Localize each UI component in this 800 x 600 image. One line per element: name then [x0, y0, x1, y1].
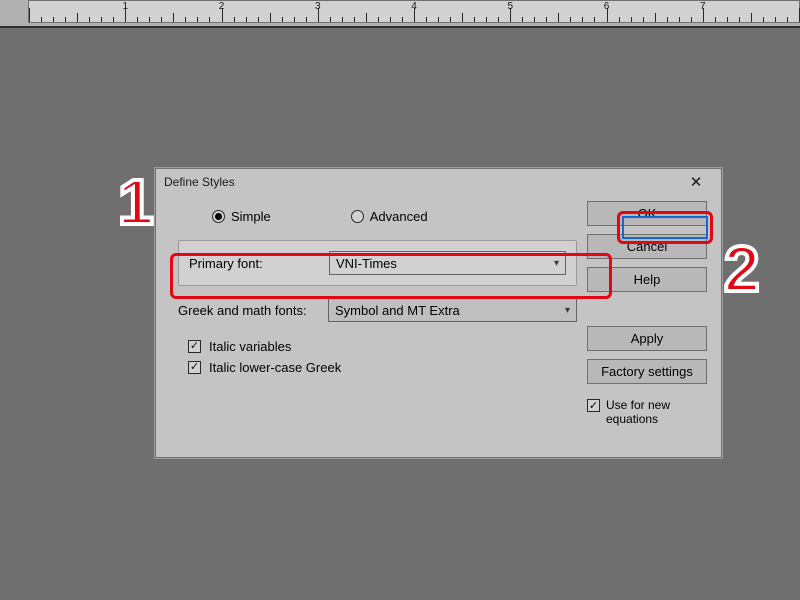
- cancel-button-label: Cancel: [627, 239, 667, 254]
- apply-button[interactable]: Apply: [587, 326, 707, 351]
- step-two-badge: 2: [724, 237, 760, 301]
- ok-button[interactable]: OK: [587, 201, 707, 226]
- primary-font-row: Primary font: VNI-Times ▾: [178, 240, 577, 286]
- radio-simple[interactable]: Simple: [212, 209, 271, 224]
- dialog-title: Define Styles: [164, 175, 677, 189]
- radio-dot-icon: [212, 210, 225, 223]
- dialog-titlebar: Define Styles ✕: [156, 169, 721, 195]
- check-italic-greek-label: Italic lower-case Greek: [209, 360, 341, 375]
- check-italic-variables-label: Italic variables: [209, 339, 291, 354]
- chevron-down-icon: ▾: [565, 305, 570, 316]
- ruler-number: 4: [411, 1, 417, 12]
- step-one-badge: 1: [118, 170, 154, 234]
- check-italic-variables[interactable]: Italic variables: [178, 336, 577, 357]
- help-button-label: Help: [634, 272, 661, 287]
- primary-font-select[interactable]: VNI-Times ▾: [329, 251, 566, 275]
- mode-radio-group: Simple Advanced: [178, 201, 577, 240]
- ruler-number: 3: [315, 1, 321, 12]
- help-button[interactable]: Help: [587, 267, 707, 292]
- ruler-number: 2: [219, 1, 225, 12]
- checkbox-icon: [587, 399, 600, 412]
- ruler: 1 2 3 4 5 6 7: [28, 0, 800, 23]
- apply-button-label: Apply: [631, 331, 664, 346]
- greek-font-row: Greek and math fonts: Symbol and MT Extr…: [178, 298, 577, 322]
- close-icon: ✕: [690, 173, 703, 191]
- checkbox-icon: [188, 361, 201, 374]
- greek-font-label: Greek and math fonts:: [178, 303, 328, 318]
- close-button[interactable]: ✕: [677, 171, 715, 193]
- primary-font-value: VNI-Times: [336, 256, 397, 271]
- cancel-button[interactable]: Cancel: [587, 234, 707, 259]
- define-styles-dialog: Define Styles ✕ Simple Advanced Primary …: [155, 168, 722, 458]
- chevron-down-icon: ▾: [554, 258, 559, 269]
- radio-advanced[interactable]: Advanced: [351, 209, 428, 224]
- radio-dot-icon: [351, 210, 364, 223]
- ok-button-label: OK: [638, 206, 657, 221]
- checkbox-icon: [188, 340, 201, 353]
- radio-advanced-label: Advanced: [370, 209, 428, 224]
- check-use-for-new[interactable]: Use for new equations: [587, 398, 707, 427]
- factory-settings-label: Factory settings: [601, 364, 693, 379]
- ruler-area: 1 2 3 4 5 6 7: [0, 0, 800, 28]
- greek-font-select[interactable]: Symbol and MT Extra ▾: [328, 298, 577, 322]
- check-italic-greek[interactable]: Italic lower-case Greek: [178, 357, 577, 378]
- factory-settings-button[interactable]: Factory settings: [587, 359, 707, 384]
- ruler-number: 6: [604, 1, 610, 12]
- radio-simple-label: Simple: [231, 209, 271, 224]
- check-use-for-new-label: Use for new equations: [606, 398, 698, 427]
- ruler-number: 7: [700, 1, 706, 12]
- primary-font-label: Primary font:: [189, 256, 329, 271]
- ruler-number: 5: [507, 1, 513, 12]
- ruler-number: 1: [122, 1, 128, 12]
- greek-font-value: Symbol and MT Extra: [335, 303, 460, 318]
